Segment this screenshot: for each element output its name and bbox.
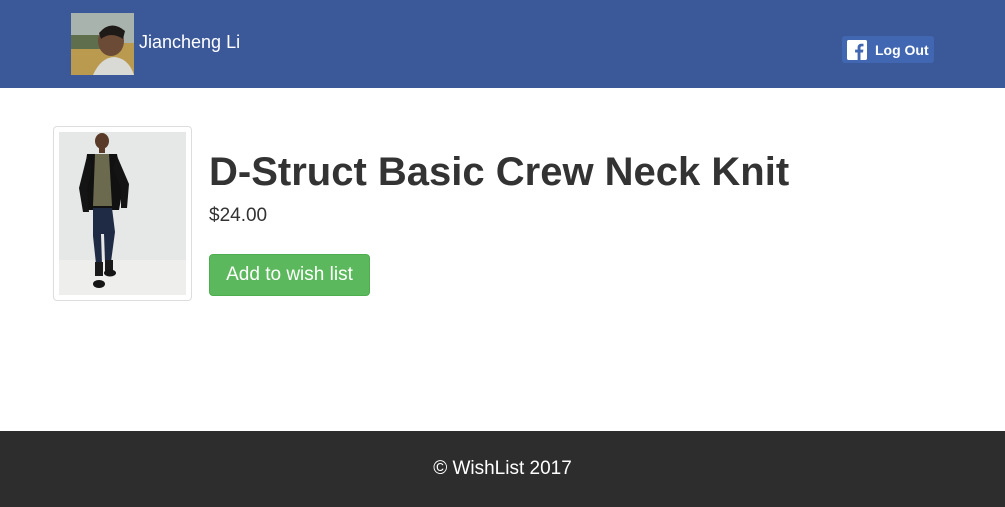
add-to-wish-list-button[interactable]: Add to wish list — [209, 254, 370, 296]
facebook-icon — [847, 39, 867, 60]
footer: © WishList 2017 — [0, 431, 1005, 507]
user-name: Jiancheng Li — [139, 32, 241, 52]
product-title: D-Struct Basic Crew Neck Knit — [209, 150, 790, 194]
footer-copyright: © WishList 2017 — [433, 458, 572, 479]
product-photo-icon — [59, 132, 186, 295]
logout-label: Log Out — [875, 41, 929, 58]
facebook-logout-button[interactable]: Log Out — [842, 36, 934, 63]
product-thumbnail[interactable] — [53, 126, 192, 301]
product-price: $24.00 — [209, 205, 268, 226]
top-navbar: Jiancheng Li Log Out — [0, 0, 1005, 88]
user-avatar-icon[interactable] — [71, 13, 134, 75]
